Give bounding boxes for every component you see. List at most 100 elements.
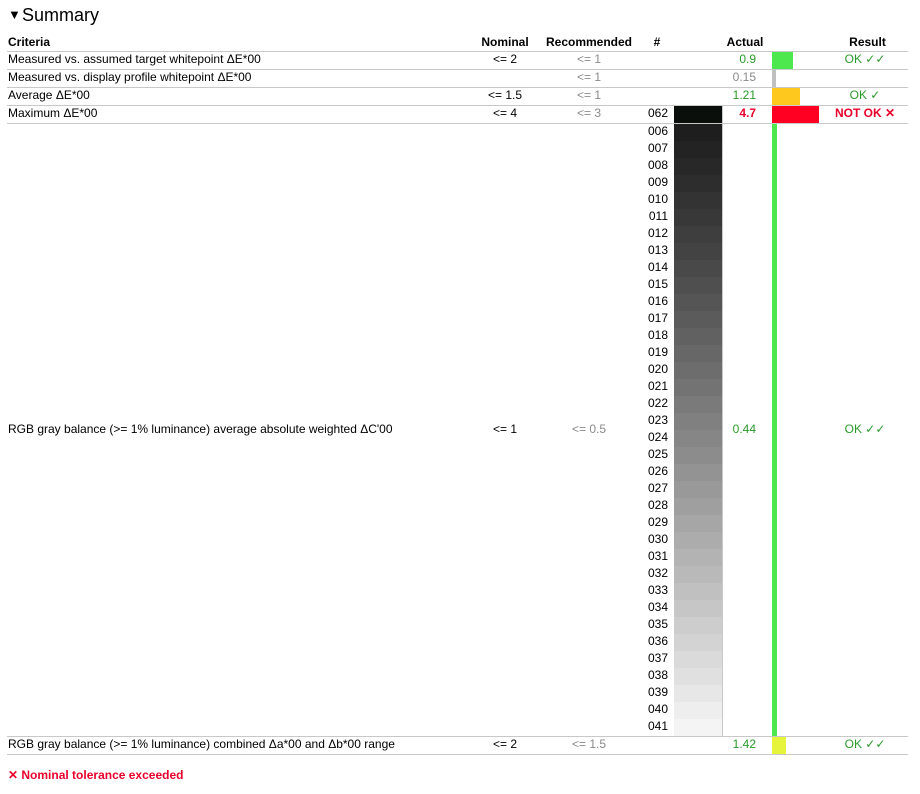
column-header-recommended: Recommended (545, 35, 633, 49)
recommended-value: <= 1 (576, 88, 602, 102)
patch-number: 011 (648, 209, 668, 223)
patch-number: 017 (647, 311, 668, 325)
patch-number: 038 (647, 668, 668, 682)
actual-value: 1.42 (732, 737, 756, 751)
recommended-value: <= 1.5 (571, 737, 607, 751)
patch-swatch (674, 328, 722, 345)
patch-number: 037 (647, 651, 668, 665)
result-status: OK ✓✓ (844, 52, 886, 66)
actual-bar (772, 106, 819, 123)
row-divider (7, 754, 908, 755)
patch-number: 015 (647, 277, 668, 291)
patch-number: 034 (647, 600, 668, 614)
patch-number: 018 (647, 328, 668, 342)
actual-bar (772, 52, 793, 69)
patch-number: 029 (647, 515, 668, 529)
patch-number: 014 (647, 260, 668, 274)
column-header-nominal: Nominal (481, 35, 529, 49)
triangle-down-icon[interactable]: ▼ (8, 4, 22, 26)
actual-value: 0.9 (739, 52, 756, 66)
patch-swatch (674, 685, 722, 702)
patch-swatch (674, 668, 722, 685)
criteria-average-delta-e: Average ΔE*00 (8, 88, 90, 102)
criteria-whitepoint-target: Measured vs. assumed target whitepoint Δ… (8, 52, 261, 66)
patch-number: 025 (647, 447, 668, 461)
recommended-value: <= 1 (576, 52, 602, 66)
nominal-value: <= 2 (492, 52, 518, 66)
patch-swatch (674, 464, 722, 481)
patch-swatch (674, 481, 722, 498)
tolerance-exceeded-note: ✕ Nominal tolerance exceeded (8, 768, 184, 782)
criteria-whitepoint-profile: Measured vs. display profile whitepoint … (8, 70, 252, 84)
patch-swatch (674, 124, 722, 141)
column-header-actual: Actual (726, 35, 764, 49)
patch-number: 021 (647, 379, 668, 393)
patch-swatch (674, 566, 722, 583)
patch-swatch (674, 243, 722, 260)
patch-number: 033 (647, 583, 668, 597)
nominal-value: <= 4 (492, 106, 518, 120)
patch-swatch (674, 141, 722, 158)
result-status: OK ✓✓ (844, 422, 886, 436)
patch-number: 032 (647, 566, 668, 580)
summary-title-text: Summary (22, 5, 100, 25)
result-status: OK ✓✓ (844, 737, 886, 751)
patch-swatch (674, 617, 722, 634)
patch-swatch (674, 600, 722, 617)
patch-swatch (674, 515, 722, 532)
patch-swatch (674, 379, 722, 396)
patch-number: 027 (647, 481, 668, 495)
patch-swatch (674, 294, 722, 311)
patch-number: 024 (647, 430, 668, 444)
patch-number: 009 (647, 175, 668, 189)
patch-swatch (674, 175, 722, 192)
criteria-gray-balance-range: RGB gray balance (>= 1% luminance) combi… (8, 737, 395, 751)
patch-swatch (674, 634, 722, 651)
nominal-value: <= 2 (492, 737, 518, 751)
patch-number: 007 (647, 141, 668, 155)
patch-number: 010 (647, 192, 668, 206)
patch-number: 026 (647, 464, 668, 478)
patch-swatch (674, 549, 722, 566)
actual-bar (772, 124, 777, 736)
nominal-value: <= 1.5 (487, 88, 523, 102)
patch-number: 041 (647, 719, 668, 733)
patch-number: 008 (647, 158, 668, 172)
patch-number: 036 (647, 634, 668, 648)
actual-bar (772, 737, 786, 754)
criteria-gray-balance-average: RGB gray balance (>= 1% luminance) avera… (8, 422, 393, 436)
patch-number: 023 (647, 413, 668, 427)
patch-swatch (674, 498, 722, 515)
patch-swatch (674, 702, 722, 719)
column-header-number: # (653, 35, 661, 49)
nominal-value: <= 1 (492, 422, 518, 436)
actual-value: 1.21 (732, 88, 756, 102)
patch-swatch (674, 651, 722, 668)
result-status: NOT OK ✕ (834, 106, 896, 120)
patch-swatch (674, 192, 722, 209)
patch-swatch (674, 583, 722, 600)
summary-heading[interactable]: ▼Summary (8, 4, 99, 26)
patch-number: 040 (647, 702, 668, 716)
patch-number: 030 (647, 532, 668, 546)
patch-swatch (674, 532, 722, 549)
patch-swatch (674, 362, 722, 379)
patch-number: 022 (647, 396, 668, 410)
actual-value: 0.15 (732, 70, 756, 84)
patch-number: 006 (647, 124, 668, 138)
patch-swatch (674, 396, 722, 413)
patch-number: 035 (647, 617, 668, 631)
patch-swatch (674, 345, 722, 362)
patch-number: 031 (647, 549, 668, 563)
patch-swatch (674, 719, 722, 736)
actual-value: 0.44 (732, 422, 756, 436)
actual-bar (772, 70, 776, 87)
column-header-criteria: Criteria (8, 35, 51, 49)
recommended-value: <= 1 (576, 70, 602, 84)
column-header-result: Result (849, 35, 886, 49)
result-status: OK ✓ (849, 88, 881, 102)
patch-number: 016 (647, 294, 668, 308)
patch-swatch (674, 158, 722, 175)
patch-number: 020 (647, 362, 668, 376)
patch-swatch (674, 277, 722, 294)
